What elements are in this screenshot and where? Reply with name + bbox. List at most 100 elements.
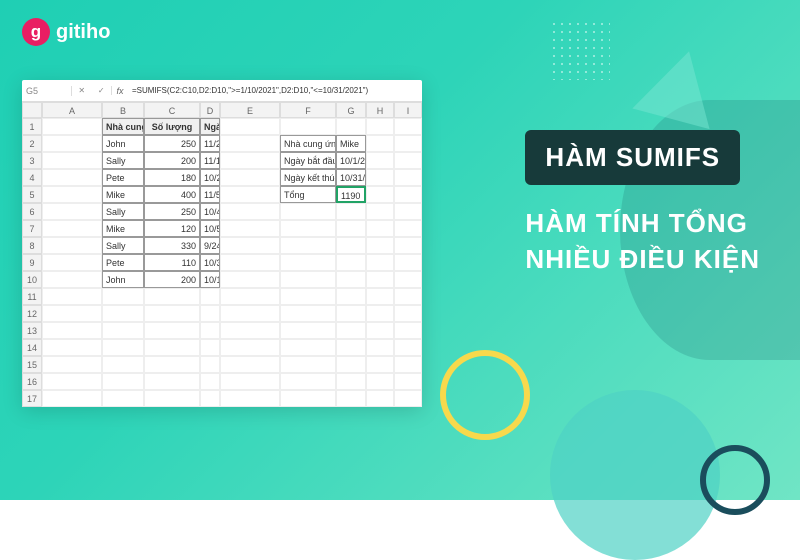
formula-input[interactable]: =SUMIFS(C2:C10,D2:D10,">=1/10/2021",D2:D… xyxy=(128,86,422,95)
row-16[interactable]: 16 xyxy=(22,373,42,390)
cell[interactable] xyxy=(144,339,200,356)
cell[interactable] xyxy=(336,373,366,390)
cell[interactable]: Sally xyxy=(102,203,144,220)
row-6[interactable]: 6 xyxy=(22,203,42,220)
col-C[interactable]: C xyxy=(144,102,200,118)
cell[interactable] xyxy=(336,322,366,339)
cell[interactable]: 250 xyxy=(144,135,200,152)
name-box[interactable]: G5 xyxy=(22,86,72,96)
cell[interactable] xyxy=(366,271,394,288)
cell[interactable] xyxy=(394,322,422,339)
cell[interactable] xyxy=(366,305,394,322)
col-D[interactable]: D xyxy=(200,102,220,118)
col-F[interactable]: F xyxy=(280,102,336,118)
cell[interactable]: Mike xyxy=(102,220,144,237)
cell[interactable] xyxy=(200,356,220,373)
cell[interactable] xyxy=(200,373,220,390)
cell[interactable] xyxy=(42,373,102,390)
cell[interactable] xyxy=(366,169,394,186)
cell[interactable] xyxy=(220,220,280,237)
cell[interactable] xyxy=(200,288,220,305)
cell[interactable] xyxy=(366,356,394,373)
cell[interactable]: Ngày bắt đầu xyxy=(280,152,336,169)
cell[interactable] xyxy=(280,339,336,356)
cell[interactable] xyxy=(366,254,394,271)
cell[interactable] xyxy=(366,220,394,237)
col-I[interactable]: I xyxy=(394,102,422,118)
cell[interactable] xyxy=(394,118,422,135)
cell[interactable] xyxy=(366,203,394,220)
cell[interactable] xyxy=(394,288,422,305)
cell[interactable] xyxy=(366,288,394,305)
cell[interactable]: Nhà cung ứng xyxy=(280,135,336,152)
cell[interactable] xyxy=(102,288,144,305)
cell[interactable] xyxy=(200,305,220,322)
cell[interactable] xyxy=(394,220,422,237)
cell[interactable]: 10/31/2021 xyxy=(336,169,366,186)
cell[interactable]: 110 xyxy=(144,254,200,271)
row-12[interactable]: 12 xyxy=(22,305,42,322)
row-17[interactable]: 17 xyxy=(22,390,42,407)
cell[interactable] xyxy=(42,135,102,152)
cell[interactable] xyxy=(366,339,394,356)
cell[interactable] xyxy=(394,152,422,169)
cell[interactable]: John xyxy=(102,135,144,152)
row-7[interactable]: 7 xyxy=(22,220,42,237)
cell[interactable] xyxy=(394,254,422,271)
row-13[interactable]: 13 xyxy=(22,322,42,339)
cell[interactable]: 250 xyxy=(144,203,200,220)
cell[interactable] xyxy=(394,135,422,152)
cell[interactable] xyxy=(220,356,280,373)
row-14[interactable]: 14 xyxy=(22,339,42,356)
cell[interactable] xyxy=(42,356,102,373)
row-10[interactable]: 10 xyxy=(22,271,42,288)
cell[interactable] xyxy=(102,373,144,390)
cell[interactable] xyxy=(336,254,366,271)
row-15[interactable]: 15 xyxy=(22,356,42,373)
cell[interactable] xyxy=(366,118,394,135)
cell[interactable] xyxy=(280,288,336,305)
cell[interactable] xyxy=(42,271,102,288)
cell[interactable]: 180 xyxy=(144,169,200,186)
cell[interactable] xyxy=(280,254,336,271)
cell[interactable] xyxy=(280,271,336,288)
cell[interactable]: 330 xyxy=(144,237,200,254)
cell[interactable] xyxy=(280,322,336,339)
cell[interactable] xyxy=(144,305,200,322)
cell[interactable] xyxy=(280,118,336,135)
row-11[interactable]: 11 xyxy=(22,288,42,305)
cell[interactable] xyxy=(280,220,336,237)
cell[interactable] xyxy=(394,356,422,373)
cell[interactable] xyxy=(220,169,280,186)
row-2[interactable]: 2 xyxy=(22,135,42,152)
cell[interactable] xyxy=(280,237,336,254)
header-supplier[interactable]: Nhà cung ứng xyxy=(102,118,144,135)
cell[interactable] xyxy=(336,203,366,220)
cell[interactable] xyxy=(102,356,144,373)
cell[interactable]: 10/5/2021 xyxy=(200,220,220,237)
cell[interactable] xyxy=(144,390,200,407)
cell[interactable] xyxy=(394,305,422,322)
cell[interactable] xyxy=(42,169,102,186)
cell[interactable] xyxy=(394,186,422,203)
cell[interactable] xyxy=(200,390,220,407)
cell[interactable] xyxy=(336,390,366,407)
cell[interactable] xyxy=(200,339,220,356)
cell[interactable] xyxy=(366,135,394,152)
cell[interactable]: 400 xyxy=(144,186,200,203)
cell[interactable]: Mike xyxy=(336,135,366,152)
cell[interactable]: Mike xyxy=(102,186,144,203)
col-A[interactable]: A xyxy=(42,102,102,118)
cell[interactable] xyxy=(394,203,422,220)
cell[interactable]: 10/4/2021 xyxy=(200,203,220,220)
cell[interactable] xyxy=(42,186,102,203)
cell[interactable] xyxy=(366,390,394,407)
header-date[interactable]: Ngày xyxy=(200,118,220,135)
cell[interactable] xyxy=(336,339,366,356)
row-4[interactable]: 4 xyxy=(22,169,42,186)
cell[interactable]: 200 xyxy=(144,152,200,169)
cell[interactable] xyxy=(220,305,280,322)
cell[interactable]: 200 xyxy=(144,271,200,288)
cell[interactable] xyxy=(220,152,280,169)
cell[interactable]: John xyxy=(102,271,144,288)
